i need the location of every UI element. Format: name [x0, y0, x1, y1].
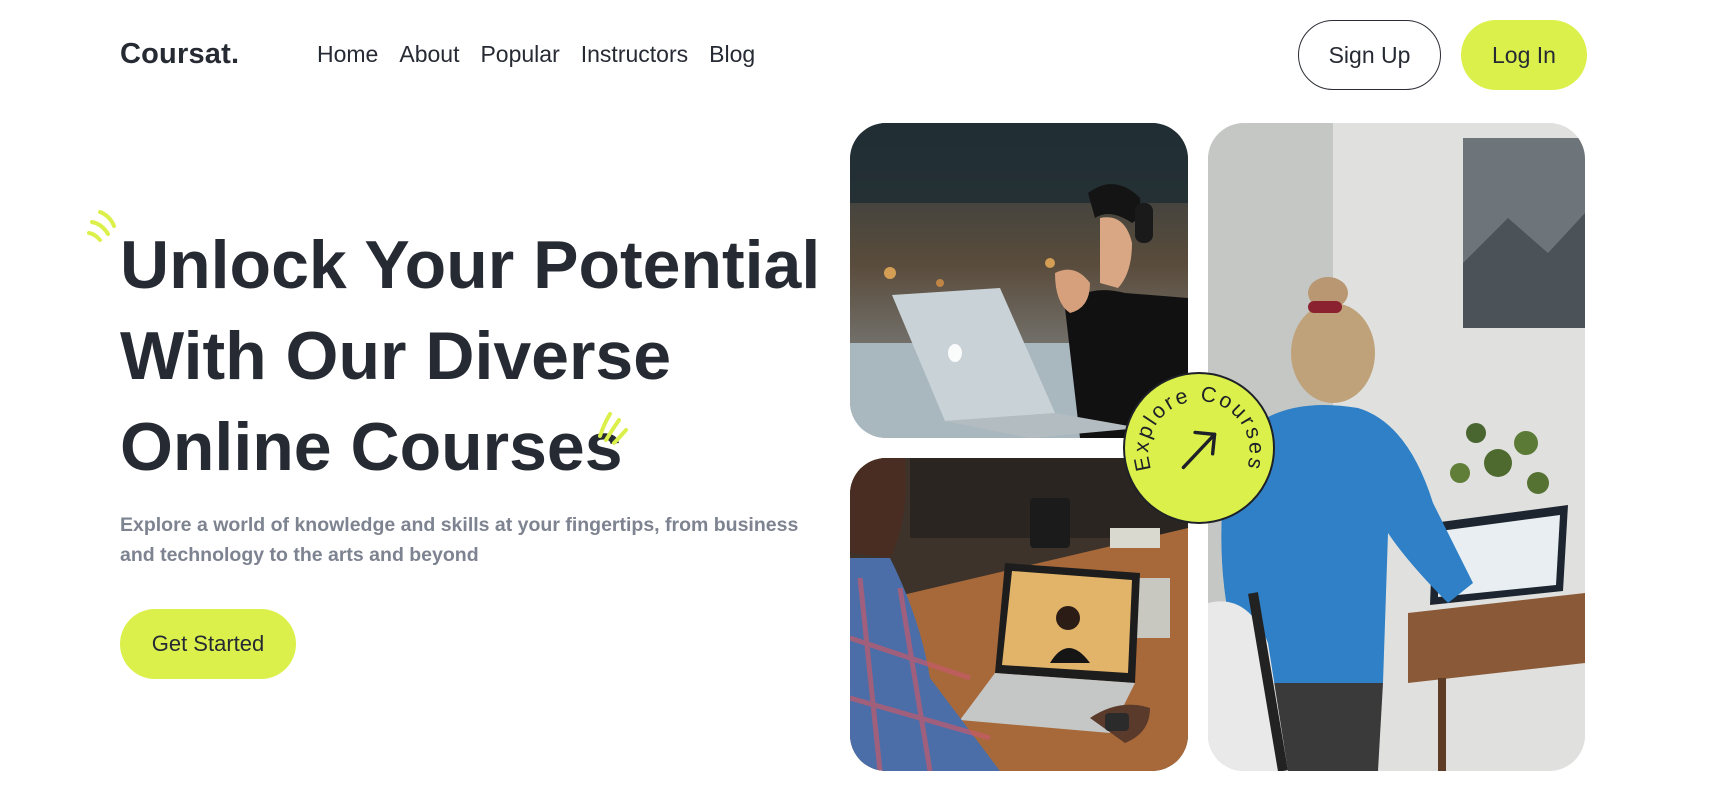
nav-about[interactable]: About — [399, 41, 459, 68]
nav-blog[interactable]: Blog — [709, 41, 755, 68]
nav-instructors[interactable]: Instructors — [581, 41, 688, 68]
nav-home[interactable]: Home — [317, 41, 378, 68]
sign-up-button[interactable]: Sign Up — [1298, 20, 1441, 90]
nav-popular[interactable]: Popular — [480, 41, 559, 68]
hero-title: Unlock Your Potential With Our Diverse O… — [120, 220, 840, 493]
sparkle-left-icon — [87, 210, 116, 242]
explore-courses-text: Explore Courses — [1129, 382, 1269, 474]
sparkle-right-icon — [598, 412, 628, 445]
explore-courses-badge[interactable]: Explore Courses — [1123, 372, 1275, 524]
hero-description: Explore a world of knowledge and skills … — [120, 514, 799, 566]
log-in-button[interactable]: Log In — [1461, 20, 1587, 90]
main-nav: Home About Popular Instructors Blog — [317, 41, 755, 68]
arrow-up-right-icon — [1181, 430, 1217, 470]
hero-title-line-3: Online Courses — [120, 409, 623, 485]
logo[interactable]: Coursat. — [120, 38, 239, 71]
hero-title-line-2: With Our Diverse — [120, 318, 672, 394]
hero-title-line-1: Unlock Your Potential — [120, 227, 821, 303]
get-started-button[interactable]: Get Started — [120, 609, 296, 679]
